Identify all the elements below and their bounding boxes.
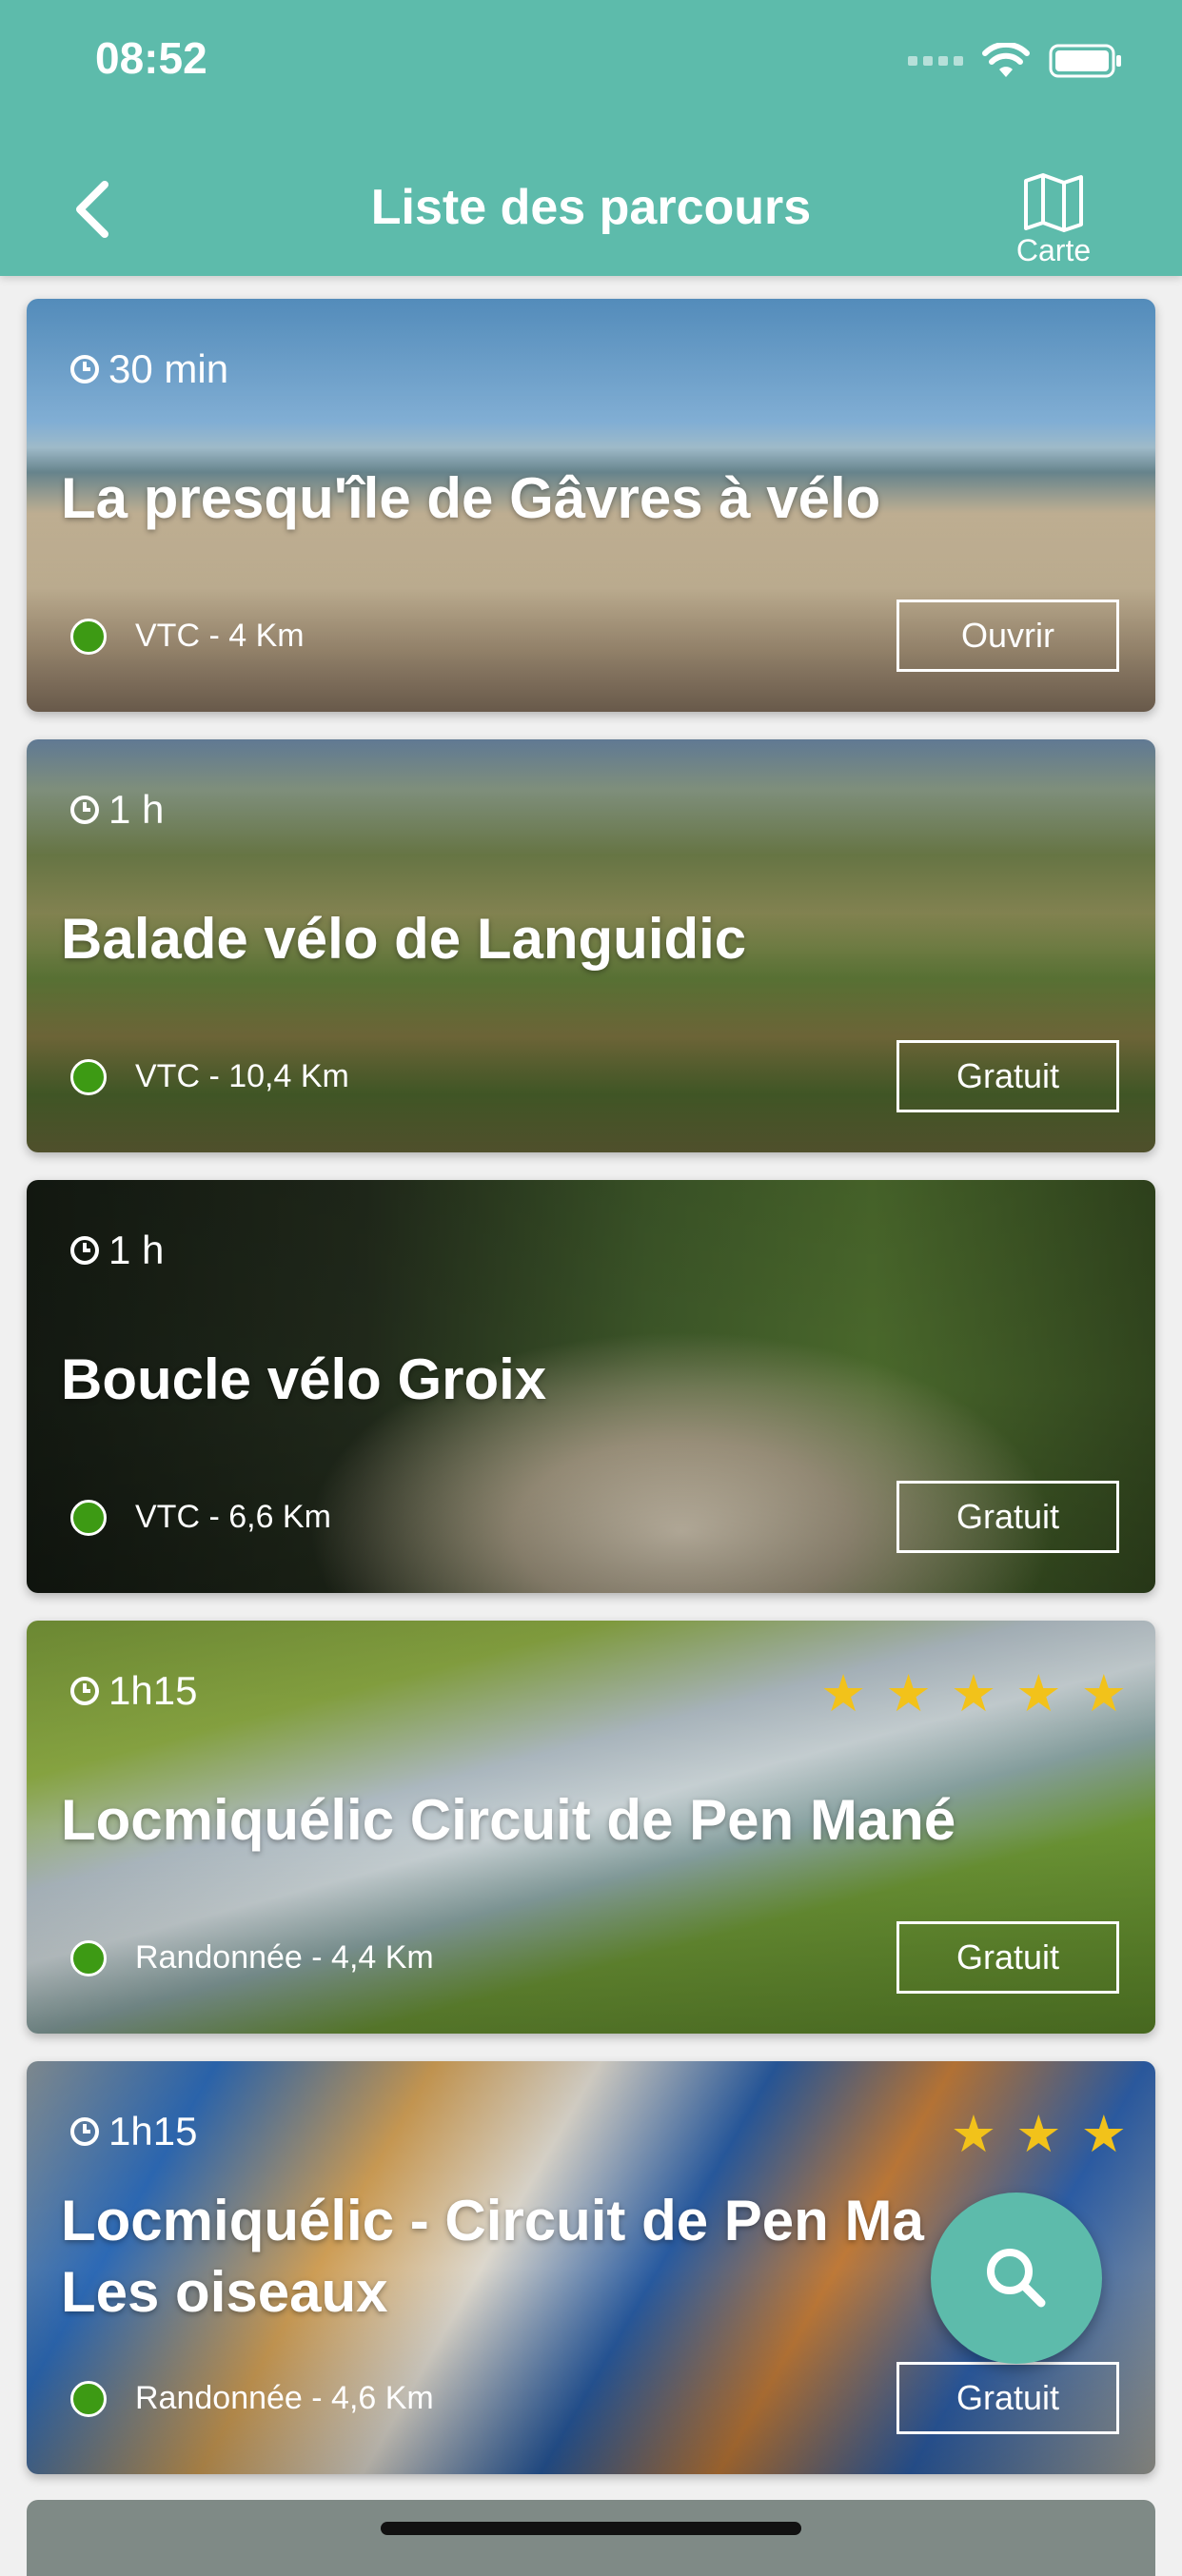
route-card[interactable]: 1h15 ★ ★ ★ ★ ★ Locmiquélic Circuit de Pe… (27, 1621, 1155, 2034)
difficulty-dot (70, 1939, 107, 1976)
duration-text: 1h15 (108, 1668, 198, 1713)
free-button[interactable]: Gratuit (896, 1040, 1119, 1112)
route-meta-text: VTC - 10,4 Km (135, 1058, 349, 1094)
difficulty-dot (70, 1499, 107, 1536)
star-icon: ★ (819, 1665, 867, 1722)
battery-icon (1049, 44, 1121, 78)
route-meta: Randonnée - 4,6 Km (70, 2380, 434, 2417)
route-meta-text: VTC - 6,6 Km (135, 1499, 331, 1535)
clock-icon (70, 1236, 99, 1265)
difficulty-dot (70, 618, 107, 655)
clock-icon (70, 1677, 99, 1705)
route-card-partial[interactable] (27, 2500, 1155, 2576)
duration-text: 1 h (108, 1228, 165, 1272)
route-card[interactable]: 1 h Balade vélo de Languidic VTC - 10,4 … (27, 739, 1155, 1152)
map-icon (1024, 173, 1083, 232)
duration: 1 h (69, 787, 164, 833)
star-icon: ★ (885, 1665, 932, 1722)
free-button[interactable]: Gratuit (896, 1481, 1119, 1553)
difficulty-dot (70, 1058, 107, 1095)
rating-stars: ★ ★ ★ (951, 2109, 1127, 2160)
route-meta: VTC - 4 Km (70, 618, 305, 655)
route-title: Balade vélo de Languidic (61, 907, 747, 971)
duration: 1h15 (69, 1668, 197, 1714)
route-meta: VTC - 10,4 Km (70, 1058, 349, 1095)
route-meta: Randonnée - 4,4 Km (70, 1939, 434, 1976)
route-title: Locmiquélic Circuit de Pen Mané (61, 1788, 956, 1852)
star-icon: ★ (1080, 1665, 1127, 1722)
route-list: 30 min La presqu'île de Gâvres à vélo VT… (27, 299, 1155, 2502)
star-icon: ★ (950, 1665, 997, 1722)
duration-text: 1h15 (108, 2109, 198, 2153)
route-meta: VTC - 6,6 Km (70, 1499, 331, 1536)
route-title: La presqu'île de Gâvres à vélo (61, 466, 881, 530)
duration: 1h15 (69, 2109, 197, 2154)
route-card[interactable]: 30 min La presqu'île de Gâvres à vélo VT… (27, 299, 1155, 712)
clock-icon (70, 2117, 99, 2146)
route-title: Locmiquélic - Circuit de Pen Ma Les oise… (61, 2189, 924, 2324)
open-button[interactable]: Ouvrir (896, 600, 1119, 672)
search-icon (987, 2249, 1046, 2308)
star-icon: ★ (1015, 2106, 1062, 2163)
route-card[interactable]: 1 h Boucle vélo Groix VTC - 6,6 Km Gratu… (27, 1180, 1155, 1593)
free-button[interactable]: Gratuit (896, 2362, 1119, 2434)
route-meta-text: Randonnée - 4,6 Km (135, 2380, 434, 2416)
difficulty-dot (70, 2380, 107, 2417)
app-header: 08:52 Liste des parcours Carte (0, 0, 1182, 276)
star-icon: ★ (1015, 1665, 1062, 1722)
duration: 1 h (69, 1228, 164, 1273)
rating-stars: ★ ★ ★ ★ ★ (820, 1668, 1127, 1720)
map-label: Carte (1015, 233, 1092, 267)
signal-icon (908, 56, 963, 66)
star-icon: ★ (950, 2106, 997, 2163)
clock-icon (70, 796, 99, 824)
clock-icon (70, 355, 99, 383)
duration: 30 min (69, 346, 228, 392)
star-icon: ★ (1080, 2106, 1127, 2163)
status-time: 08:52 (95, 33, 207, 83)
map-button[interactable]: Carte (1001, 171, 1106, 268)
home-indicator[interactable] (381, 2522, 801, 2535)
search-button[interactable] (931, 2193, 1102, 2364)
duration-text: 30 min (108, 346, 229, 391)
status-icons (908, 42, 1123, 80)
route-title: Boucle vélo Groix (61, 1347, 547, 1411)
free-button[interactable]: Gratuit (896, 1921, 1119, 1994)
wifi-icon (982, 43, 1030, 77)
route-meta-text: Randonnée - 4,4 Km (135, 1939, 434, 1976)
route-meta-text: VTC - 4 Km (135, 618, 305, 654)
duration-text: 1 h (108, 787, 165, 832)
